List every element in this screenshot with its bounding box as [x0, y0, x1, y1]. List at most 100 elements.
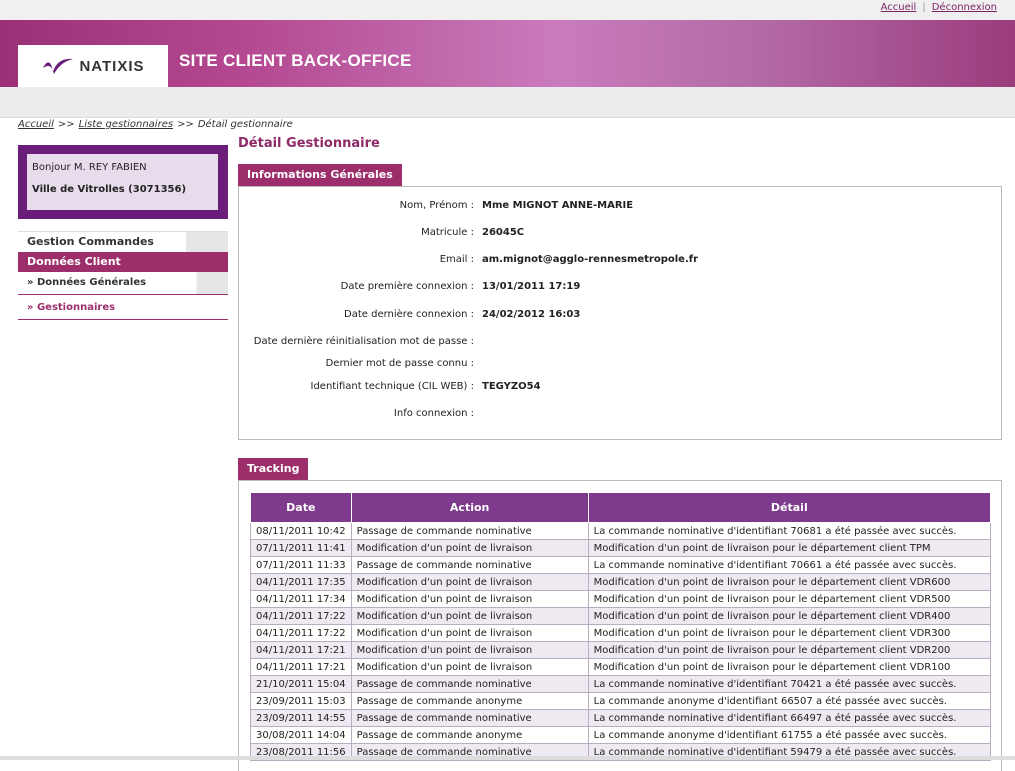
menu-gestion-commandes[interactable]: Gestion Commandes [18, 231, 228, 252]
info-label: Dernier mot de passe connu : [325, 358, 474, 369]
info-label: Matricule : [421, 227, 474, 238]
table-row: 04/11/2011 17:22 Modification d'un point … [250, 624, 992, 642]
menu-donnees-generales[interactable]: » Données Générales [18, 272, 228, 295]
cell-action: Passage de commande nominative [350, 556, 589, 574]
column-header-detail[interactable]: Détail [587, 492, 992, 523]
site-title: SITE CLIENT BACK-OFFICE [179, 51, 412, 70]
cell-action: Modification d'un point de livraison [350, 658, 589, 676]
cell-action: Passage de commande nominative [350, 709, 589, 727]
info-value: 26045C [482, 227, 525, 238]
cell-action: Modification d'un point de livraison [350, 590, 589, 608]
breadcrumb-list[interactable]: Liste gestionnaires [79, 119, 173, 130]
cell-date: 07/11/2011 11:41 [250, 539, 352, 557]
cell-date: 04/11/2011 17:35 [250, 573, 352, 591]
cell-detail: Modification d'un point de livraison pou… [587, 641, 992, 659]
table-row: 07/11/2011 11:41 Modification d'un point … [250, 539, 992, 557]
info-label: Date dernière réinitialisation mot de pa… [253, 336, 474, 347]
breadcrumb-separator: >> [177, 119, 194, 130]
cell-detail: Modification d'un point de livraison pou… [587, 590, 992, 608]
cell-detail: La commande anonyme d'identifiant 61755 … [587, 726, 992, 744]
info-section-title: Informations Générales [238, 164, 402, 186]
cell-date: 04/11/2011 17:21 [250, 658, 352, 676]
cell-action: Passage de commande nominative [350, 522, 589, 540]
cell-date: 23/09/2011 14:55 [250, 709, 352, 727]
sub-bar [0, 87, 1015, 118]
cell-detail: La commande anonyme d'identifiant 66507 … [587, 692, 992, 710]
table-row: 04/11/2011 17:34 Modification d'un point … [250, 590, 992, 608]
info-label: Date dernière connexion : [344, 309, 474, 320]
table-row: 30/08/2011 14:04 Passage de commande anon… [250, 726, 992, 744]
info-label: Info connexion : [393, 408, 474, 419]
sidebar-menu: Gestion Commandes Données Client » Donné… [18, 231, 228, 320]
tracking-header-row: Date Action Détail [250, 492, 992, 523]
top-links-separator: | [922, 2, 926, 13]
info-label: Email : [439, 254, 474, 265]
table-row: 04/11/2011 17:35 Modification d'un point … [250, 573, 992, 591]
breadcrumb: Accueil >> Liste gestionnaires >> Détail ges… [18, 119, 293, 130]
info-label: Identifiant technique (CIL WEB) : [310, 381, 475, 392]
tracking-table: Date Action Détail 08/11/2011 10:42 Passa… [250, 492, 992, 761]
breadcrumb-home[interactable]: Accueil [18, 119, 54, 130]
cell-date: 04/11/2011 17:22 [250, 607, 352, 625]
column-header-date[interactable]: Date [250, 492, 352, 523]
table-row: 04/11/2011 17:21 Modification d'un point … [250, 641, 992, 659]
logo-text: NATIXIS [79, 57, 145, 75]
info-value: TEGYZO54 [482, 381, 541, 392]
breadcrumb-separator: >> [57, 119, 75, 130]
menu-bullet: » [27, 302, 34, 313]
natixis-logo[interactable]: NATIXIS [18, 45, 168, 87]
menu-bullet: » [27, 277, 34, 288]
cell-action: Modification d'un point de livraison [350, 624, 589, 642]
tracking-panel: Date Action Détail 08/11/2011 10:42 Passa… [238, 480, 1002, 771]
header-banner: NATIXIS SITE CLIENT BACK-OFFICE [0, 20, 1015, 87]
page-title: Détail Gestionnaire [238, 136, 380, 151]
home-link[interactable]: Accueil [881, 2, 917, 13]
user-greeting: Bonjour M. REY FABIEN [32, 162, 147, 173]
cell-detail: La commande nominative d'identifiant 706… [587, 556, 992, 574]
horizontal-scrollbar[interactable] [0, 756, 1015, 760]
cell-detail: Modification d'un point de livraison pou… [587, 539, 992, 557]
cell-detail: La commande nominative d'identifiant 704… [587, 675, 992, 693]
cell-date: 23/09/2011 15:03 [250, 692, 352, 710]
breadcrumb-current: Détail gestionnaire [197, 119, 293, 130]
cell-action: Modification d'un point de livraison [350, 607, 589, 625]
info-label: Nom, Prénom : [399, 200, 474, 211]
menu-gestionnaires[interactable]: » Gestionnaires [18, 297, 228, 320]
info-label: Date première connexion : [340, 281, 474, 292]
info-value: 24/02/2012 16:03 [482, 309, 581, 320]
cell-date: 21/10/2011 15:04 [250, 675, 352, 693]
column-header-action[interactable]: Action [350, 492, 589, 523]
cell-detail: La commande nominative d'identifiant 706… [587, 522, 992, 540]
table-row: 23/09/2011 15:03 Passage de commande anon… [250, 692, 992, 710]
cell-date: 04/11/2011 17:22 [250, 624, 352, 642]
table-row: 08/11/2011 10:42 Passage de commande nomi… [250, 522, 992, 540]
cell-detail: Modification d'un point de livraison pou… [587, 658, 992, 676]
user-box-inner: Bonjour M. REY FABIEN Ville de Vitrolles… [27, 154, 218, 210]
tracking-body: 08/11/2011 10:42 Passage de commande nomi… [250, 522, 992, 761]
cell-action: Modification d'un point de livraison [350, 573, 589, 591]
table-row: 04/11/2011 17:22 Modification d'un point … [250, 607, 992, 625]
logout-link[interactable]: Déconnexion [932, 2, 997, 13]
info-value: am.mignot@agglo-rennesmetropole.fr [482, 254, 699, 265]
tracking-section-title: Tracking [238, 458, 309, 480]
table-row: 23/09/2011 14:55 Passage de commande nomi… [250, 709, 992, 727]
cell-date: 04/11/2011 17:34 [250, 590, 352, 608]
cell-action: Modification d'un point de livraison [350, 641, 589, 659]
menu-donnees-client[interactable]: Données Client [18, 252, 228, 272]
info-panel: Nom, Prénom : Mme MIGNOT ANNE-MARIE Matr… [238, 186, 1002, 440]
table-row: 07/11/2011 11:33 Passage de commande nomi… [250, 556, 992, 574]
cell-detail: La commande nominative d'identifiant 664… [587, 709, 992, 727]
top-bar: Accueil | Déconnexion [0, 0, 1015, 20]
top-links: Accueil | Déconnexion [881, 2, 997, 13]
cell-date: 08/11/2011 10:42 [250, 522, 352, 540]
user-box: Bonjour M. REY FABIEN Ville de Vitrolles… [18, 145, 228, 219]
info-value: 13/01/2011 17:19 [482, 281, 581, 292]
info-value: Mme MIGNOT ANNE-MARIE [482, 200, 634, 211]
cell-action: Passage de commande anonyme [350, 726, 589, 744]
cell-date: 07/11/2011 11:33 [250, 556, 352, 574]
cell-action: Modification d'un point de livraison [350, 539, 589, 557]
cell-detail: Modification d'un point de livraison pou… [587, 607, 992, 625]
user-company: Ville de Vitrolles (3071356) [32, 184, 187, 195]
natixis-swoosh-icon [43, 58, 74, 74]
table-row: 04/11/2011 17:21 Modification d'un point … [250, 658, 992, 676]
